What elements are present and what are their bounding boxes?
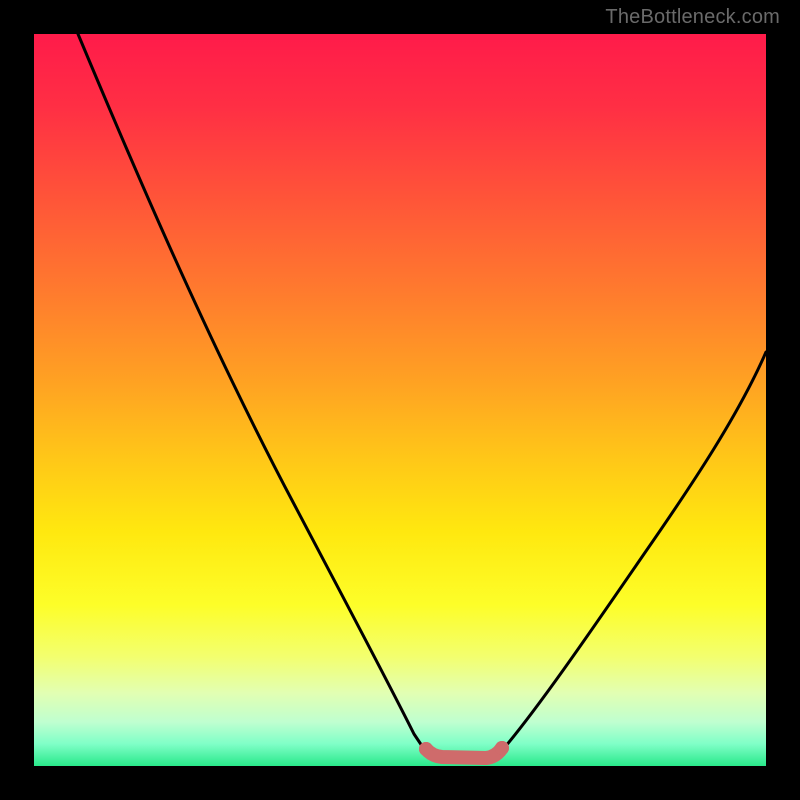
plot-area: [34, 34, 766, 766]
valley-marker-start-dot: [419, 742, 433, 756]
left-curve: [78, 34, 429, 756]
valley-marker-end-dot: [495, 741, 509, 755]
watermark-text: TheBottleneck.com: [605, 6, 780, 29]
chart-frame: TheBottleneck.com: [0, 0, 800, 800]
right-curve: [499, 352, 766, 754]
valley-marker: [426, 748, 502, 758]
curve-layer: [34, 34, 766, 766]
